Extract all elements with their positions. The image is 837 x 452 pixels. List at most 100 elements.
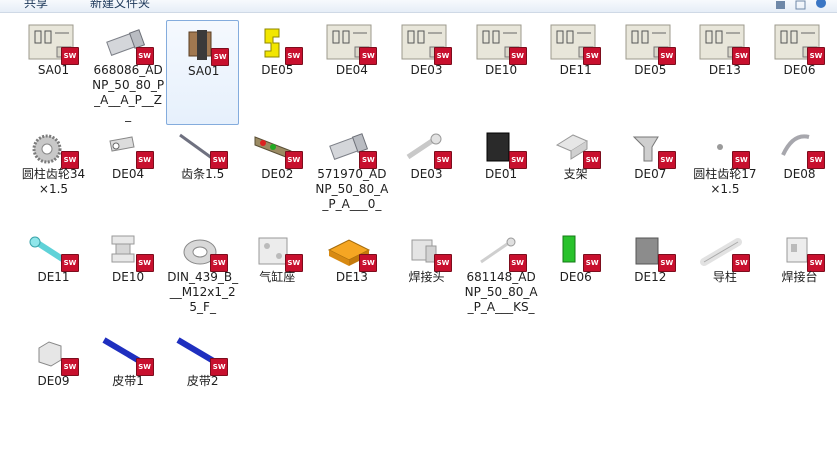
command-bar: 共享 新建文件夹	[0, 0, 837, 13]
file-item[interactable]: SW DE05	[241, 20, 314, 125]
drawing-sheet-icon: SW	[475, 23, 527, 65]
file-item[interactable]: SW 圆柱齿轮34×1.5	[17, 124, 90, 229]
file-name-label: DE05	[634, 63, 667, 77]
cylinder-part-icon: SW	[102, 23, 154, 65]
file-item[interactable]: SW SA01	[17, 20, 90, 125]
file-item[interactable]: SW DE13	[315, 227, 388, 332]
file-item[interactable]: SW 681148_ADNP_50_80_A_P_A___KS_	[465, 227, 538, 332]
file-item[interactable]: SW 571970_ADNP_50_80_A_P_A___0_	[315, 124, 388, 229]
file-item[interactable]: SW DE01	[465, 124, 538, 229]
file-name-label: SA01	[37, 63, 70, 77]
file-item[interactable]: SW 圆柱齿轮17×1.5	[688, 124, 761, 229]
preview-pane-icon[interactable]	[794, 0, 808, 12]
weld-head-icon: SW	[400, 230, 452, 272]
file-item[interactable]: SW DE10	[92, 227, 165, 332]
file-item[interactable]: SW DE04	[315, 20, 388, 125]
file-item[interactable]: SW 导柱	[688, 227, 761, 332]
file-name-label: DE11	[559, 63, 592, 77]
view-options-icon[interactable]	[774, 0, 788, 12]
file-name-label: 导柱	[712, 270, 737, 284]
file-item[interactable]: SW DE03	[390, 20, 463, 125]
nut-icon: SW	[176, 230, 229, 272]
rack-icon: SW	[176, 127, 229, 169]
file-item[interactable]: SW 气缸座	[241, 227, 314, 332]
assembly-icon: SW	[177, 24, 230, 66]
file-item[interactable]: SW 668086_ADNP_50_80_P_A__A_P__Z_	[92, 20, 165, 125]
drawing-sheet-icon: SW	[400, 23, 452, 65]
file-name-label: DE08	[783, 166, 816, 181]
drawing-sheet-icon: SW	[698, 23, 751, 65]
ring-part-icon: SW	[773, 127, 825, 169]
gear-icon: SW	[27, 127, 79, 169]
file-name-label: 圆柱齿轮17×1.5	[693, 166, 757, 196]
file-name-label: DE02	[261, 166, 294, 181]
file-item[interactable]: SW 焊接头	[390, 227, 463, 332]
cylinder-part-icon: SW	[325, 127, 378, 169]
file-item[interactable]: SW DE06	[763, 20, 836, 125]
file-name-label: DE10	[485, 63, 518, 77]
lever-part-icon: SW	[102, 127, 154, 169]
clamp-icon: SW	[624, 127, 676, 169]
small-dot-icon: SW	[698, 127, 751, 169]
guide-pillar-icon: SW	[698, 230, 751, 272]
file-item[interactable]: SW DE10	[465, 20, 538, 125]
shaft-icon: SW	[400, 127, 452, 169]
file-item[interactable]: SW SA01	[166, 20, 240, 125]
file-name-label: 齿条1.5	[181, 166, 225, 181]
file-name-label: 681148_ADNP_50_80_A_P_A___KS_	[464, 270, 538, 314]
file-item[interactable]: SW 焊接台	[763, 227, 836, 332]
file-name-label: DE13	[708, 63, 741, 77]
new-folder-button[interactable]: 新建文件夹	[90, 0, 150, 11]
file-item[interactable]: SW 支架	[539, 124, 612, 229]
file-name-label: DE07	[634, 166, 667, 181]
file-item[interactable]: SW DE08	[763, 124, 836, 229]
file-name-label: DE06	[783, 63, 816, 77]
file-item[interactable]: SW DE05	[614, 20, 687, 125]
weld-table-icon: SW	[773, 230, 825, 272]
file-name-label: DE03	[410, 63, 443, 77]
file-item[interactable]: SW DE06	[539, 227, 612, 332]
help-icon[interactable]	[814, 0, 828, 12]
cylinder-seat-icon: SW	[251, 230, 303, 272]
orange-plate-icon: SW	[325, 230, 378, 272]
file-name-label: DE09	[37, 373, 70, 388]
file-item[interactable]: SW DE13	[688, 20, 761, 125]
plate-part-icon: SW	[251, 127, 303, 169]
file-name-label: 支架	[563, 166, 588, 181]
file-item[interactable]: SW DE09	[17, 331, 90, 436]
hex-part-icon: SW	[27, 334, 79, 376]
file-name-label: DE10	[112, 270, 145, 284]
file-item[interactable]: SW DE03	[390, 124, 463, 229]
file-item[interactable]: SW 齿条1.5	[166, 124, 239, 229]
file-name-label: DE12	[634, 270, 667, 284]
drawing-sheet-icon: SW	[27, 23, 79, 65]
file-name-label: DE05	[261, 63, 294, 77]
file-item[interactable]: SW DE07	[614, 124, 687, 229]
black-block-icon: SW	[475, 127, 527, 169]
file-name-label: DE06	[559, 270, 592, 284]
file-item[interactable]: SW DE02	[241, 124, 314, 229]
file-name-label: 皮带1	[112, 373, 144, 388]
bracket-icon: SW	[549, 127, 602, 169]
file-item[interactable]: SW DE04	[92, 124, 165, 229]
file-item[interactable]: SW 皮带2	[166, 331, 239, 436]
file-item[interactable]: SW DE11	[539, 20, 612, 125]
cyan-link-icon: SW	[27, 230, 79, 272]
file-item[interactable]: SW DE12	[614, 227, 687, 332]
file-name-label: DIN_439_B___M12x1_25_F_	[167, 270, 239, 314]
file-item[interactable]: SW DIN_439_B___M12x1_25_F_	[166, 227, 239, 332]
blue-belt-icon: SW	[102, 334, 154, 376]
file-name-label: DE01	[485, 166, 518, 181]
file-name-label: 气缸座	[259, 270, 296, 284]
file-name-label: SA01	[188, 64, 220, 78]
share-button[interactable]: 共享	[24, 0, 48, 11]
blue-belt-icon: SW	[176, 334, 229, 376]
file-item[interactable]: SW DE11	[17, 227, 90, 332]
file-item[interactable]: SW 皮带1	[92, 331, 165, 436]
file-name-label: DE13	[335, 270, 368, 284]
file-name-label: 焊接头	[408, 270, 445, 284]
drawing-sheet-icon: SW	[325, 23, 378, 65]
drawing-sheet-icon: SW	[773, 23, 825, 65]
spool-icon: SW	[102, 230, 154, 272]
file-name-label: 圆柱齿轮34×1.5	[21, 166, 86, 196]
